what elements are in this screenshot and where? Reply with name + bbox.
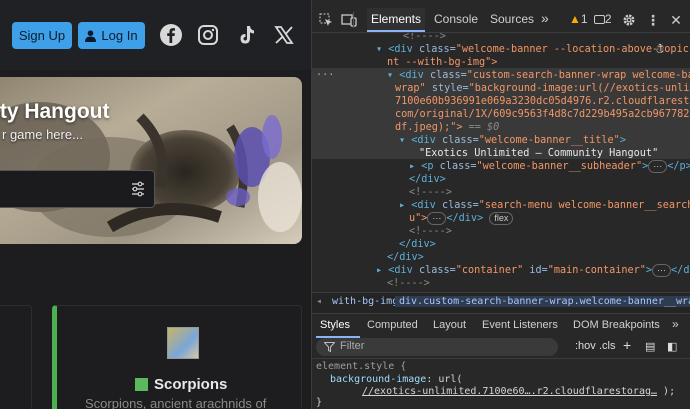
dom-text-node[interactable]: "Exotics Unlimited – Community Hangout" bbox=[419, 147, 658, 160]
dom-node-search-menu[interactable]: ▸ <div class="search-menu welcome-banner… bbox=[399, 199, 690, 212]
toolbar-divider bbox=[353, 12, 354, 28]
tiktok-icon[interactable] bbox=[233, 22, 259, 48]
css-rule-element-style[interactable]: element.style { background-image: url( /… bbox=[312, 358, 690, 409]
dom-comment[interactable]: <!----> bbox=[409, 225, 452, 238]
more-tabs-icon[interactable]: » bbox=[541, 7, 549, 31]
dom-comment[interactable]: <!----> bbox=[387, 277, 430, 290]
dom-close-div[interactable]: </div> bbox=[399, 238, 436, 251]
x-icon[interactable] bbox=[271, 22, 297, 48]
signup-button[interactable]: Sign Up bbox=[12, 22, 72, 49]
dom-node-search-menu-end: u"> ··· </div> flex bbox=[409, 212, 514, 225]
new-rule-button[interactable]: + bbox=[623, 337, 631, 353]
warnings-count: 1 bbox=[580, 12, 588, 26]
dom-close-div[interactable]: </div> bbox=[387, 251, 424, 264]
devtools-tabbar: Elements Console Sources » ▲1 2 ⋮ ✕ bbox=[312, 8, 690, 32]
banner-title: ity Hangout bbox=[0, 100, 110, 123]
computed-styles-sidebar-icon[interactable]: ▤ bbox=[645, 340, 655, 353]
dom-comment[interactable]: <!----> bbox=[403, 33, 446, 43]
toggle-sidebar-icon[interactable]: ◧ bbox=[667, 340, 677, 353]
category-title[interactable]: Scorpions bbox=[135, 376, 227, 393]
css-declaration[interactable]: background-image: url( bbox=[330, 374, 462, 386]
instagram-icon[interactable] bbox=[195, 22, 221, 48]
tab-elements[interactable]: Elements bbox=[367, 8, 425, 32]
login-button[interactable]: Log In bbox=[78, 22, 145, 49]
messages-count: 2 bbox=[604, 12, 612, 26]
styles-tabbar: Styles Computed Layout Event Listeners D… bbox=[312, 314, 690, 338]
node-actions-ellipsis[interactable]: ··· bbox=[316, 69, 334, 82]
tab-event-listeners[interactable]: Event Listeners bbox=[482, 319, 558, 331]
message-icon bbox=[593, 15, 605, 25]
hover-state-toggle[interactable]: :hov bbox=[575, 340, 596, 352]
dom-node-welcome-banner[interactable]: ▾ <div class="welcome-banner --location-… bbox=[376, 43, 690, 56]
dom-node-subheader[interactable]: ▸ <p class="welcome-banner__subheader"> ·… bbox=[409, 160, 690, 173]
css-rule-close: } bbox=[316, 397, 323, 408]
dom-close-div[interactable]: </div> bbox=[409, 173, 446, 186]
warning-icon: ▲ bbox=[569, 12, 581, 26]
filter-funnel-icon bbox=[324, 342, 335, 352]
category-image bbox=[167, 327, 199, 359]
category-color-square bbox=[135, 378, 148, 391]
flex-badge: flex bbox=[489, 212, 514, 225]
login-label: Log In bbox=[101, 28, 138, 43]
banner-search-input[interactable] bbox=[0, 170, 155, 208]
tab-sources[interactable]: Sources bbox=[490, 8, 534, 32]
more-tabs-icon[interactable]: » bbox=[672, 317, 679, 331]
breadcrumb-item-selected[interactable]: div.custom-search-banner-wrap.welcome-ba… bbox=[395, 296, 690, 307]
dom-node-style-url-end: df.jpeg);"> == $0 bbox=[395, 122, 500, 133]
dom-node-style-url-2: com/original/1X/609c9563f4d8c7d229b495a2… bbox=[395, 109, 690, 120]
class-toggle[interactable]: .cls bbox=[599, 340, 616, 352]
dom-node-welcome-banner-title[interactable]: ▾ <div class="welcome-banner__title"> bbox=[399, 134, 626, 147]
more-options-icon[interactable]: ⋮ bbox=[645, 12, 661, 28]
category-description: Scorpions, ancient arachnids of bbox=[85, 396, 267, 409]
dom-node-style-attr: wrap" style="background-image:url(//exot… bbox=[395, 83, 690, 94]
dom-node-style-url-1: 7100e60b936991e069a3230dc05d4976.r2.clou… bbox=[395, 96, 690, 107]
inspect-element-icon[interactable] bbox=[318, 12, 334, 28]
welcome-banner: ity Hangout r game here... bbox=[0, 77, 302, 244]
css-selector[interactable]: element.style { bbox=[316, 361, 406, 373]
breadcrumb-item[interactable]: with-bg-img bbox=[332, 296, 398, 307]
issues-counter[interactable]: ▲1 2 bbox=[569, 8, 612, 32]
dom-comment[interactable]: <!----> bbox=[409, 186, 452, 199]
device-toolbar-icon[interactable] bbox=[341, 12, 357, 28]
accessibility-person-icon[interactable]: ☃ bbox=[656, 42, 664, 56]
dom-node-main-container[interactable]: ▸ <div class="container" id="main-contai… bbox=[376, 264, 690, 277]
devtools-panel: Elements Console Sources » ▲1 2 ⋮ ✕ <!--… bbox=[311, 0, 690, 409]
signup-label: Sign Up bbox=[18, 28, 66, 43]
dom-node-continuation: nt --with-bg-img"> bbox=[387, 57, 498, 68]
category-card[interactable] bbox=[0, 305, 32, 409]
site-header: Sign Up Log In bbox=[0, 0, 311, 70]
tab-styles[interactable]: Styles bbox=[320, 319, 350, 331]
user-icon bbox=[85, 29, 97, 42]
dom-node-custom-search-banner-wrap[interactable]: ▾ <div class="custom-search-banner-wrap … bbox=[387, 69, 690, 82]
facebook-icon[interactable] bbox=[158, 22, 184, 48]
tab-computed[interactable]: Computed bbox=[367, 319, 418, 331]
web-page-viewport: Sign Up Log In ity Hangout r game here..… bbox=[0, 0, 311, 409]
tab-dom-breakpoints[interactable]: DOM Breakpoints bbox=[573, 319, 660, 331]
close-icon[interactable]: ✕ bbox=[668, 12, 684, 28]
banner-subheader: r game here... bbox=[2, 127, 83, 142]
css-value-link[interactable]: //exotics-unlimited.7100e60….r2.cloudfla… bbox=[362, 386, 675, 398]
dom-tree[interactable]: <!----> ▾ <div class="welcome-banner --l… bbox=[312, 33, 690, 292]
sliders-icon[interactable] bbox=[130, 181, 146, 197]
breadcrumb-scroll-left-icon[interactable]: ◂ bbox=[316, 296, 322, 307]
styles-filter-input[interactable]: Filter bbox=[316, 338, 558, 356]
settings-gear-icon[interactable] bbox=[621, 12, 637, 28]
tab-layout[interactable]: Layout bbox=[433, 319, 466, 331]
category-title-text: Scorpions bbox=[154, 376, 228, 393]
breadcrumb-scroll-right-icon[interactable]: ▸ bbox=[678, 296, 684, 307]
filter-placeholder: Filter bbox=[340, 340, 365, 352]
tab-console[interactable]: Console bbox=[434, 8, 478, 32]
breadcrumb: ◂ with-bg-img div.custom-search-banner-w… bbox=[312, 292, 690, 314]
category-card-scorpions[interactable]: Scorpions Scorpions, ancient arachnids o… bbox=[52, 305, 302, 409]
